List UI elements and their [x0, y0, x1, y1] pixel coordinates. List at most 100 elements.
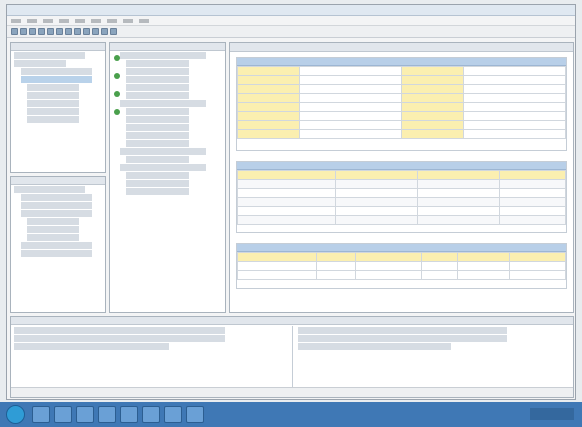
- action-item[interactable]: [120, 148, 207, 155]
- toolbar-icon[interactable]: [29, 28, 36, 35]
- section-header: [237, 244, 566, 252]
- menu-item[interactable]: [11, 18, 21, 23]
- tree-item[interactable]: [27, 116, 79, 123]
- action-item[interactable]: [120, 52, 207, 59]
- tree-item[interactable]: [27, 108, 79, 115]
- task-app-icon[interactable]: [32, 406, 50, 423]
- task-app-icon[interactable]: [120, 406, 138, 423]
- summary-section: [236, 161, 567, 233]
- status-bullet-icon: [114, 55, 120, 61]
- toolbar-icon[interactable]: [20, 28, 27, 35]
- task-app-icon[interactable]: [76, 406, 94, 423]
- action-item[interactable]: [120, 100, 207, 107]
- tree-item[interactable]: [14, 186, 85, 193]
- action-item[interactable]: [126, 140, 190, 147]
- task-app-icon[interactable]: [54, 406, 72, 423]
- toolbar-icon[interactable]: [38, 28, 45, 35]
- secondary-tree-pane: [10, 176, 106, 313]
- task-app-icon[interactable]: [98, 406, 116, 423]
- main-editor: [229, 42, 574, 313]
- application-window: [6, 4, 576, 400]
- system-tray: [530, 408, 574, 420]
- tree-item[interactable]: [27, 234, 79, 241]
- action-item[interactable]: [126, 108, 190, 115]
- action-item[interactable]: [126, 188, 190, 195]
- tree-item[interactable]: [21, 210, 92, 217]
- tree-item[interactable]: [21, 68, 92, 75]
- project-status-grid: [236, 66, 566, 139]
- tree-item[interactable]: [27, 100, 79, 107]
- toolbar-icon[interactable]: [47, 28, 54, 35]
- toolbar-icon[interactable]: [101, 28, 108, 35]
- action-item[interactable]: [126, 68, 190, 75]
- action-item[interactable]: [120, 164, 207, 171]
- tree-item-selected[interactable]: [21, 76, 92, 83]
- menu-bar: [7, 16, 575, 26]
- editor-tab-strip[interactable]: [230, 43, 573, 52]
- action-item[interactable]: [126, 92, 190, 99]
- toolbar-icon[interactable]: [56, 28, 63, 35]
- actions-pane: [109, 42, 226, 313]
- menu-item[interactable]: [27, 18, 37, 23]
- action-item[interactable]: [126, 132, 190, 139]
- pane-header: [11, 317, 573, 325]
- tree-item[interactable]: [14, 52, 85, 59]
- menu-item[interactable]: [75, 18, 85, 23]
- pane-header: [11, 177, 105, 185]
- menu-item[interactable]: [139, 18, 149, 23]
- action-item[interactable]: [126, 156, 190, 163]
- toolbar-icon[interactable]: [65, 28, 72, 35]
- tree-item[interactable]: [21, 250, 92, 257]
- action-item[interactable]: [126, 116, 190, 123]
- task-app-icon[interactable]: [142, 406, 160, 423]
- list-item[interactable]: [14, 327, 225, 334]
- toolbar-icon[interactable]: [110, 28, 117, 35]
- tree-item[interactable]: [27, 84, 79, 91]
- toolbar-icon[interactable]: [83, 28, 90, 35]
- tree-item[interactable]: [21, 194, 92, 201]
- action-item[interactable]: [126, 172, 190, 179]
- tree-item[interactable]: [27, 226, 79, 233]
- property-row: [298, 343, 451, 350]
- menu-item[interactable]: [91, 18, 101, 23]
- task-app-icon[interactable]: [186, 406, 204, 423]
- menu-item[interactable]: [59, 18, 69, 23]
- action-item[interactable]: [126, 60, 190, 67]
- project-status-section: [236, 57, 567, 151]
- action-item[interactable]: [126, 76, 190, 83]
- status-bullet-icon: [114, 109, 120, 115]
- property-row: [298, 335, 507, 342]
- property-row: [298, 327, 507, 334]
- start-orb-icon[interactable]: [6, 405, 25, 424]
- menu-item[interactable]: [107, 18, 117, 23]
- properties-panel: [10, 316, 574, 398]
- menu-item[interactable]: [123, 18, 133, 23]
- task-app-icon[interactable]: [164, 406, 182, 423]
- action-item[interactable]: [126, 84, 190, 91]
- tree-item[interactable]: [27, 92, 79, 99]
- tree-item[interactable]: [21, 202, 92, 209]
- toolbar-icon[interactable]: [74, 28, 81, 35]
- tree-item[interactable]: [27, 218, 79, 225]
- toolbar-icon[interactable]: [92, 28, 99, 35]
- tree-item[interactable]: [14, 60, 66, 67]
- reports-section: [236, 243, 567, 289]
- toolbar: [7, 26, 575, 38]
- action-item[interactable]: [126, 124, 190, 131]
- action-item[interactable]: [126, 180, 190, 187]
- menu-item[interactable]: [43, 18, 53, 23]
- section-header: [237, 162, 566, 170]
- status-bullet-icon: [114, 73, 120, 79]
- tree-item[interactable]: [21, 242, 92, 249]
- explorer-pane: [10, 42, 106, 173]
- summary-grid: [236, 170, 566, 225]
- toolbar-icon[interactable]: [11, 28, 18, 35]
- list-item[interactable]: [14, 335, 225, 342]
- taskbar: [0, 402, 582, 427]
- panel-right: [295, 326, 573, 388]
- pane-header: [11, 43, 105, 51]
- reports-grid: [237, 252, 566, 280]
- pane-header: [110, 43, 225, 51]
- status-bullet-icon: [114, 91, 120, 97]
- list-item[interactable]: [14, 343, 169, 350]
